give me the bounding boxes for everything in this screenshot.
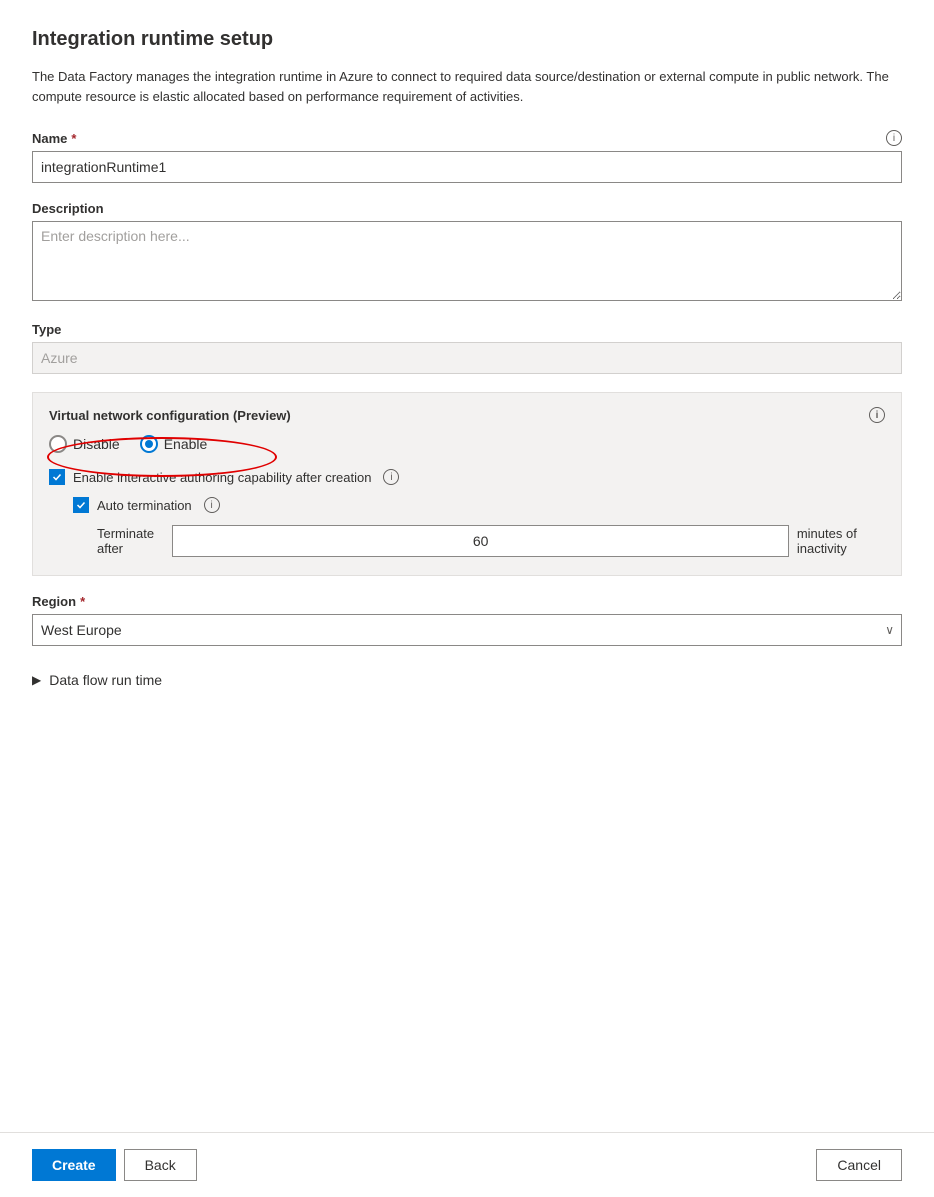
auto-termination-checkmark-icon: [76, 500, 86, 510]
region-field-group: Region * West Europe ∨: [32, 594, 902, 646]
terminate-label: Terminate after: [97, 526, 164, 556]
enable-radio-label[interactable]: Enable: [140, 435, 208, 453]
auto-termination-label: Auto termination: [97, 498, 192, 513]
checkmark-icon: [52, 472, 62, 482]
cancel-button[interactable]: Cancel: [816, 1149, 902, 1181]
footer-left: Create Back: [32, 1149, 197, 1181]
region-select-wrapper: West Europe ∨: [32, 614, 902, 646]
page-title: Integration runtime setup: [32, 28, 902, 51]
vnet-section: Virtual network configuration (Preview) …: [32, 392, 902, 576]
description-label: Description: [32, 201, 902, 216]
interactive-authoring-info-icon[interactable]: i: [383, 469, 399, 485]
name-input[interactable]: [32, 151, 902, 183]
vnet-info-icon[interactable]: i: [869, 407, 885, 423]
disable-radio-label[interactable]: Disable: [49, 435, 120, 453]
disable-radio-outer: [49, 435, 67, 453]
terminate-row: Terminate after minutes of inactivity: [97, 525, 885, 557]
back-button[interactable]: Back: [124, 1149, 197, 1181]
region-value: West Europe: [41, 622, 122, 638]
data-flow-row[interactable]: ▶ Data flow run time: [32, 664, 902, 696]
name-info-icon[interactable]: i: [886, 130, 902, 146]
region-required-star: *: [80, 594, 85, 609]
interactive-authoring-checkbox[interactable]: [49, 469, 65, 485]
vnet-radio-group: Disable Enable: [49, 435, 885, 453]
interactive-authoring-row: Enable interactive authoring capability …: [49, 469, 885, 485]
disable-radio-text: Disable: [73, 436, 120, 452]
auto-termination-checkbox[interactable]: [73, 497, 89, 513]
type-value: Azure: [32, 342, 902, 374]
enable-radio-inner: [145, 440, 153, 448]
description-input[interactable]: [32, 221, 902, 301]
description-text: The Data Factory manages the integration…: [32, 67, 892, 106]
region-label: Region *: [32, 594, 902, 609]
name-field-group: Name * i: [32, 130, 902, 183]
type-label: Type: [32, 322, 902, 337]
name-label-row: Name * i: [32, 130, 902, 146]
description-field-group: Description: [32, 201, 902, 304]
footer: Create Back Cancel: [0, 1132, 934, 1197]
page-wrapper: Integration runtime setup The Data Facto…: [0, 0, 934, 1197]
data-flow-label: Data flow run time: [49, 672, 162, 688]
create-button[interactable]: Create: [32, 1149, 116, 1181]
name-label: Name *: [32, 131, 76, 146]
name-required-star: *: [71, 131, 76, 146]
type-field-group: Type Azure: [32, 322, 902, 374]
region-select[interactable]: West Europe: [32, 614, 902, 646]
enable-radio-outer: [140, 435, 158, 453]
content-area: Integration runtime setup The Data Facto…: [0, 0, 934, 1132]
interactive-authoring-label: Enable interactive authoring capability …: [73, 470, 371, 485]
enable-radio-text: Enable: [164, 436, 208, 452]
auto-termination-row: Auto termination i: [73, 497, 885, 513]
terminate-suffix: minutes of inactivity: [797, 526, 885, 556]
auto-termination-info-icon[interactable]: i: [204, 497, 220, 513]
vnet-title: Virtual network configuration (Preview) …: [49, 407, 885, 423]
data-flow-chevron-icon: ▶: [32, 673, 41, 687]
terminate-input[interactable]: [172, 525, 788, 557]
